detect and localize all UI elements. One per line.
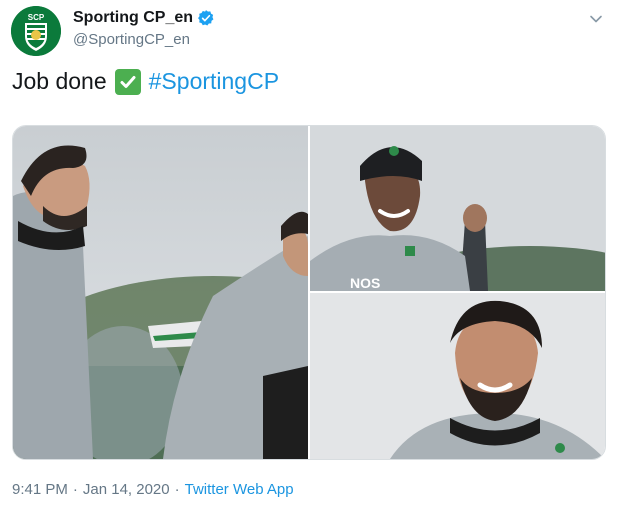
avatar[interactable]: SCP [11, 6, 61, 56]
meta-separator: · [174, 481, 180, 498]
chevron-down-icon[interactable] [587, 10, 605, 28]
media-grid: NOS [12, 125, 606, 460]
sporting-crest-logo: SCP [11, 6, 61, 56]
tweet-body: Job done [12, 68, 107, 94]
photo-training-left[interactable] [13, 126, 308, 459]
tweet-meta: 9:41 PM · Jan 14, 2020 · Twitter Web App [12, 481, 294, 498]
handle[interactable]: @SportingCP_en [73, 31, 190, 48]
svg-text:SCP: SCP [28, 13, 45, 22]
display-name[interactable]: Sporting CP_en [73, 9, 193, 27]
check-mark-icon [114, 68, 141, 95]
tweet-time[interactable]: 9:41 PM [12, 481, 68, 498]
photo-player-bearded[interactable] [310, 293, 605, 459]
verified-badge-icon [197, 9, 215, 27]
tweet-source[interactable]: Twitter Web App [185, 481, 294, 498]
photo-player-smiling-image: NOS [310, 126, 605, 291]
tweet-date[interactable]: Jan 14, 2020 [83, 481, 170, 498]
photo-player-smiling[interactable]: NOS [310, 126, 605, 291]
photo-player-bearded-image [310, 293, 605, 459]
name-row: Sporting CP_en [73, 9, 215, 27]
hashtag-link[interactable]: #SportingCP [149, 68, 279, 95]
meta-separator: · [72, 481, 78, 498]
jersey-text: NOS [350, 275, 380, 291]
photo-training-left-image [13, 126, 308, 459]
tweet-text: Job done #SportingCP [12, 68, 279, 95]
